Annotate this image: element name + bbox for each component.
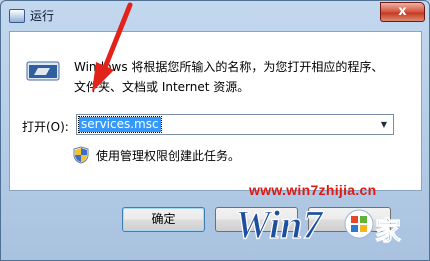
close-icon: x bbox=[398, 4, 407, 19]
run-app-icon bbox=[9, 9, 25, 23]
svg-text:家: 家 bbox=[375, 216, 401, 247]
description-line: 文件夹、文档或 Internet 资源。 bbox=[74, 80, 250, 94]
svg-text:Win7: Win7 bbox=[235, 202, 324, 247]
close-button[interactable]: x bbox=[380, 2, 425, 22]
run-dialog-window: 运行 x Windows 将根据您所输入的名称，为您打开相应的程序、 文件夹、文… bbox=[0, 0, 430, 261]
chevron-down-icon[interactable]: ▼ bbox=[378, 118, 390, 131]
watermark-url: www.win7zhijia.cn bbox=[249, 182, 377, 198]
dialog-body: Windows 将根据您所输入的名称，为您打开相应的程序、 文件夹、文档或 In… bbox=[9, 31, 422, 191]
run-icon bbox=[26, 61, 60, 81]
title-bar[interactable]: 运行 x bbox=[1, 1, 429, 31]
window-title: 运行 bbox=[30, 9, 55, 23]
win7-logo-icon: Win7 家 bbox=[234, 201, 401, 247]
admin-note: 使用管理权限创建此任务。 bbox=[96, 149, 241, 163]
description-text: Windows 将根据您所输入的名称，为您打开相应的程序、 文件夹、文档或 In… bbox=[74, 57, 404, 97]
open-input-value[interactable]: services.msc bbox=[78, 116, 162, 133]
description-line: Windows 将根据您所输入的名称，为您打开相应的程序、 bbox=[74, 60, 384, 74]
open-combobox[interactable]: services.msc ▼ bbox=[76, 114, 394, 135]
ok-button[interactable]: 确定 bbox=[122, 207, 205, 232]
uac-shield-icon bbox=[73, 146, 89, 164]
open-label: 打开(O): bbox=[22, 120, 69, 134]
